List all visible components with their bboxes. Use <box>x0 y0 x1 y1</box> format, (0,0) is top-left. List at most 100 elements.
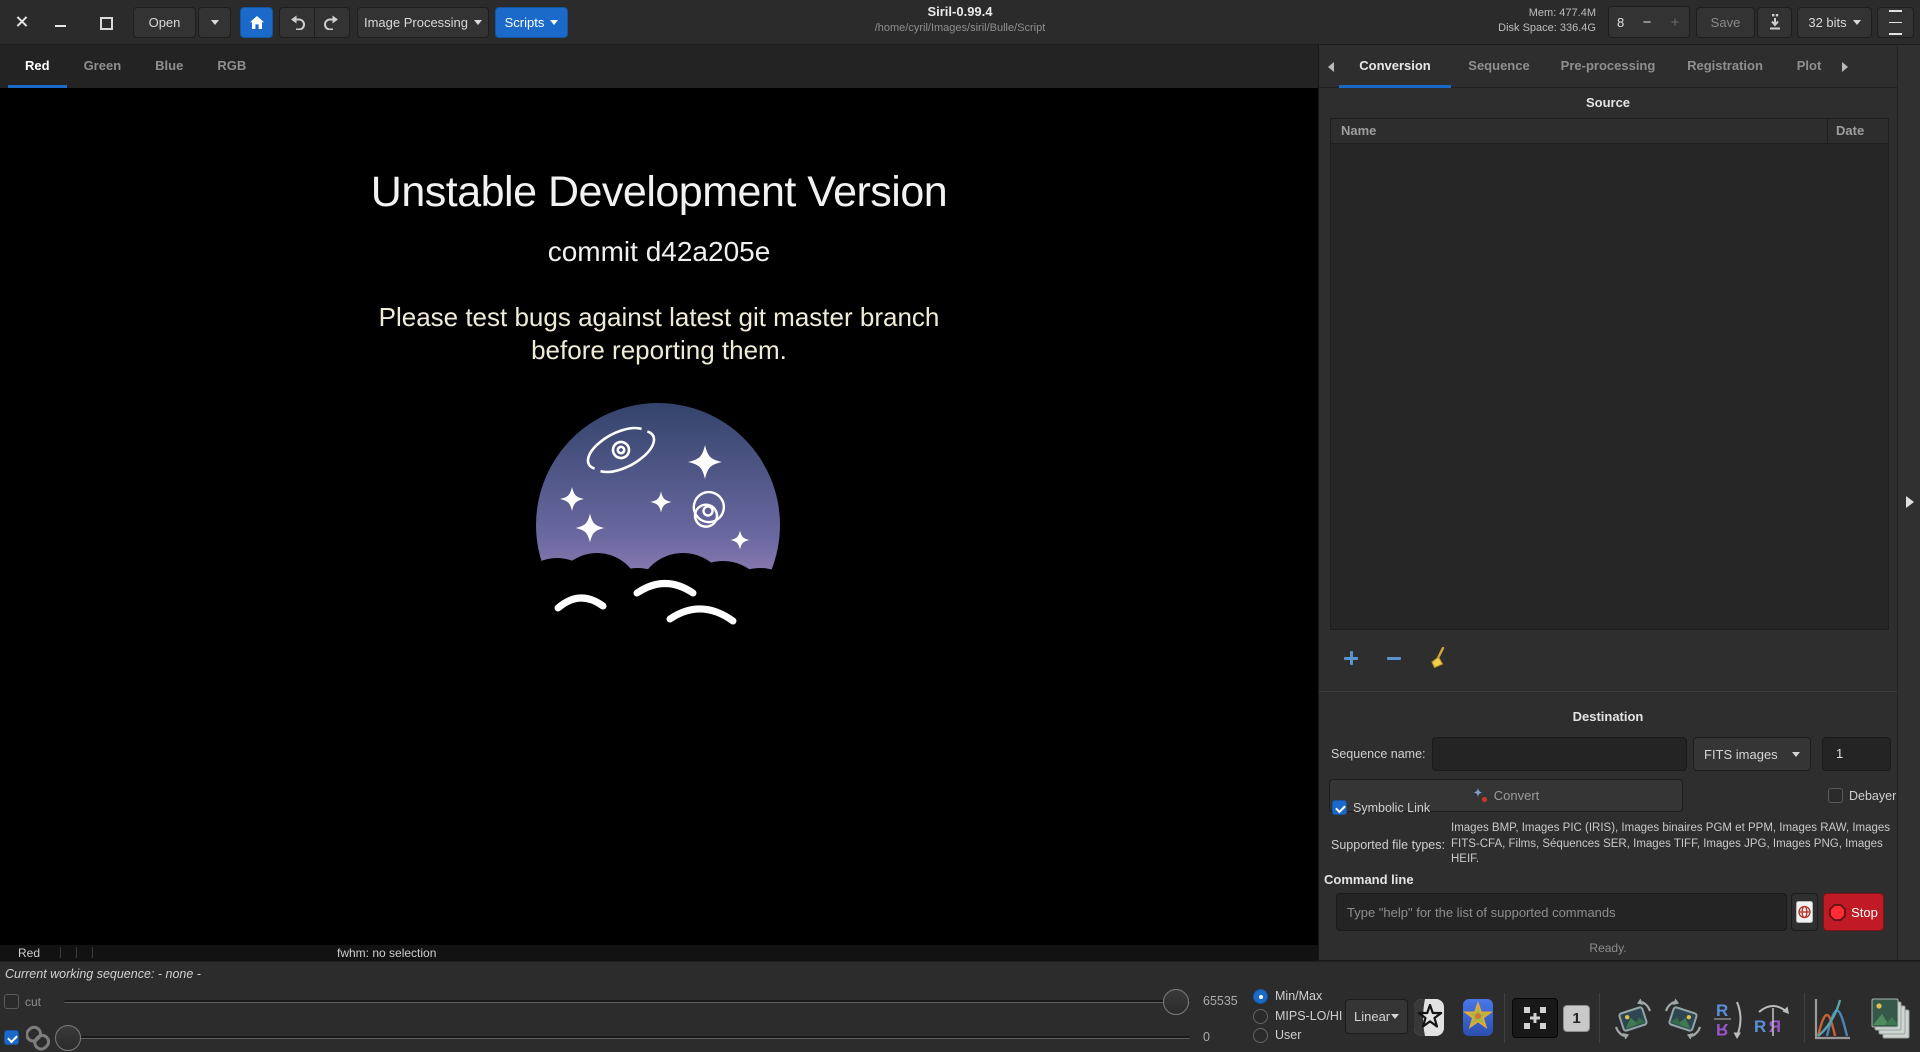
rotate-left-button[interactable] <box>1611 997 1655 1041</box>
stop-button[interactable]: Stop <box>1823 893 1884 931</box>
flip-vertical-icon: R R <box>1714 1001 1742 1039</box>
sequence-name-input[interactable] <box>1432 737 1687 771</box>
cut-checkbox[interactable] <box>4 994 19 1009</box>
chevron-down-icon <box>1391 1014 1399 1019</box>
svg-text:R: R <box>1754 1017 1766 1036</box>
tab-conversion-label: Conversion <box>1359 57 1431 73</box>
save-button[interactable]: Save <box>1696 7 1755 38</box>
column-date[interactable]: Date <box>1828 119 1888 143</box>
add-files-button[interactable] <box>1337 645 1365 671</box>
undo-button[interactable] <box>280 8 314 37</box>
symbolic-link-label: Symbolic Link <box>1353 801 1431 815</box>
maximize-icon[interactable] <box>96 13 114 31</box>
command-line-input[interactable] <box>1336 893 1787 931</box>
user-radio[interactable] <box>1253 1028 1268 1043</box>
home-button[interactable] <box>240 7 273 38</box>
grip-divider <box>92 947 93 958</box>
window-title: Siril-0.99.4 <box>927 4 993 19</box>
column-name[interactable]: Name <box>1331 119 1828 143</box>
source-file-list[interactable]: Name Date <box>1330 118 1889 630</box>
working-directory: /home/cyril/Images/siril/Bulle/Script <box>874 22 1046 34</box>
stretch-mode-dropdown[interactable]: Linear <box>1345 999 1408 1034</box>
zoom-out-button[interactable]: − <box>1633 14 1661 31</box>
histogram-button[interactable] <box>1812 996 1852 1042</box>
download-icon <box>1769 14 1780 30</box>
image-processing-button[interactable]: Image Processing <box>357 7 489 38</box>
negative-view-button[interactable] <box>1412 997 1446 1038</box>
menu-button[interactable] <box>1877 7 1914 38</box>
working-sequence-label: Current working sequence: <box>5 967 155 981</box>
memory-usage: Mem: 477.4M <box>1528 7 1596 19</box>
debayer-checkbox[interactable] <box>1828 788 1843 803</box>
toolbar-separator <box>1804 993 1805 1043</box>
flip-horizontal-button[interactable]: R R <box>1751 998 1795 1040</box>
bit-depth-label: 32 bits <box>1808 15 1847 30</box>
tab-pre-processing[interactable]: Pre-processing <box>1547 45 1669 88</box>
chevron-down-icon <box>1792 751 1800 757</box>
minmax-label: Min/Max <box>1275 989 1323 1003</box>
channel-tabs: Red Green Blue RGB <box>0 45 1318 88</box>
image-processing-label: Image Processing <box>363 15 469 30</box>
output-format-value: FITS images <box>1704 746 1778 762</box>
symbolic-link-checkbox[interactable] <box>1332 800 1347 815</box>
clear-list-button[interactable] <box>1424 645 1452 671</box>
flip-vertical-button[interactable]: R R <box>1709 998 1749 1040</box>
start-index-value: 1 <box>1836 746 1844 761</box>
rotate-right-button[interactable] <box>1661 997 1705 1041</box>
open-recent-button[interactable] <box>198 7 231 38</box>
scripts-button[interactable]: Scripts <box>495 7 568 38</box>
image-canvas[interactable]: Unstable Development Version commit d42a… <box>0 88 1318 945</box>
tab-rgb[interactable]: RGB <box>200 45 263 88</box>
lo-slider-track[interactable] <box>64 1036 1190 1039</box>
toolbar-separator <box>1599 993 1600 1043</box>
dev-version-title: Unstable Development Version <box>370 168 948 216</box>
toolbar-separator <box>1504 993 1505 1043</box>
hi-slider-handle[interactable] <box>1163 989 1189 1015</box>
start-index-spinner[interactable]: 1 <box>1822 737 1891 771</box>
zoom-100-button[interactable]: 1 <box>1563 1005 1590 1032</box>
debayer-label: Debayer <box>1849 789 1897 803</box>
mips-lohi-radio[interactable] <box>1253 1009 1268 1024</box>
chevron-down-icon <box>474 20 483 25</box>
redo-button[interactable] <box>315 8 349 37</box>
minmax-radio[interactable] <box>1253 989 1268 1004</box>
close-icon[interactable] <box>13 13 31 31</box>
siril-logo <box>528 403 788 648</box>
zoom-in-button[interactable]: + <box>1661 14 1689 31</box>
tab-green[interactable]: Green <box>67 45 139 88</box>
hi-value: 65535 <box>1203 994 1238 1008</box>
tab-registration[interactable]: Registration <box>1669 45 1781 88</box>
expand-panel-arrow-icon[interactable] <box>1906 496 1914 508</box>
command-reference-button[interactable] <box>1791 893 1818 931</box>
fit-to-window-button[interactable] <box>1512 998 1558 1038</box>
remove-files-button[interactable] <box>1380 645 1408 671</box>
tab-sequence[interactable]: Sequence <box>1451 45 1547 88</box>
minimize-icon[interactable] <box>52 13 70 31</box>
image-list-button[interactable] <box>1871 998 1911 1040</box>
image-status-bar: Red fwhm: no selection <box>0 945 1318 961</box>
lo-slider-handle[interactable] <box>55 1025 81 1051</box>
tab-conversion[interactable]: Conversion <box>1339 45 1451 88</box>
link-sliders-checkbox[interactable] <box>4 1030 19 1045</box>
section-separator <box>1319 691 1920 692</box>
output-format-dropdown[interactable]: FITS images <box>1693 737 1811 771</box>
minus-icon <box>1387 651 1401 665</box>
image-stack-icon <box>1871 998 1910 1039</box>
tab-blue[interactable]: Blue <box>138 45 200 88</box>
panel-scrollbar[interactable] <box>1897 45 1920 960</box>
tabs-scroll-left-button[interactable] <box>1323 61 1339 72</box>
false-color-button[interactable] <box>1461 997 1495 1038</box>
home-icon <box>249 16 264 29</box>
zoom-spinner: 8 − + <box>1608 6 1690 38</box>
cut-label: cut <box>25 995 42 1009</box>
open-button[interactable]: Open <box>133 7 196 38</box>
tabs-scroll-right-button[interactable] <box>1837 61 1853 72</box>
tab-red[interactable]: Red <box>8 45 67 88</box>
tab-plot[interactable]: Plot <box>1781 45 1837 88</box>
save-as-button[interactable] <box>1757 7 1792 38</box>
chevron-right-icon <box>1842 61 1848 72</box>
hi-slider-track[interactable] <box>64 1000 1190 1003</box>
bit-depth-dropdown[interactable]: 32 bits <box>1797 7 1872 38</box>
rotate-right-icon <box>1664 998 1702 1040</box>
lo-value: 0 <box>1203 1030 1210 1044</box>
